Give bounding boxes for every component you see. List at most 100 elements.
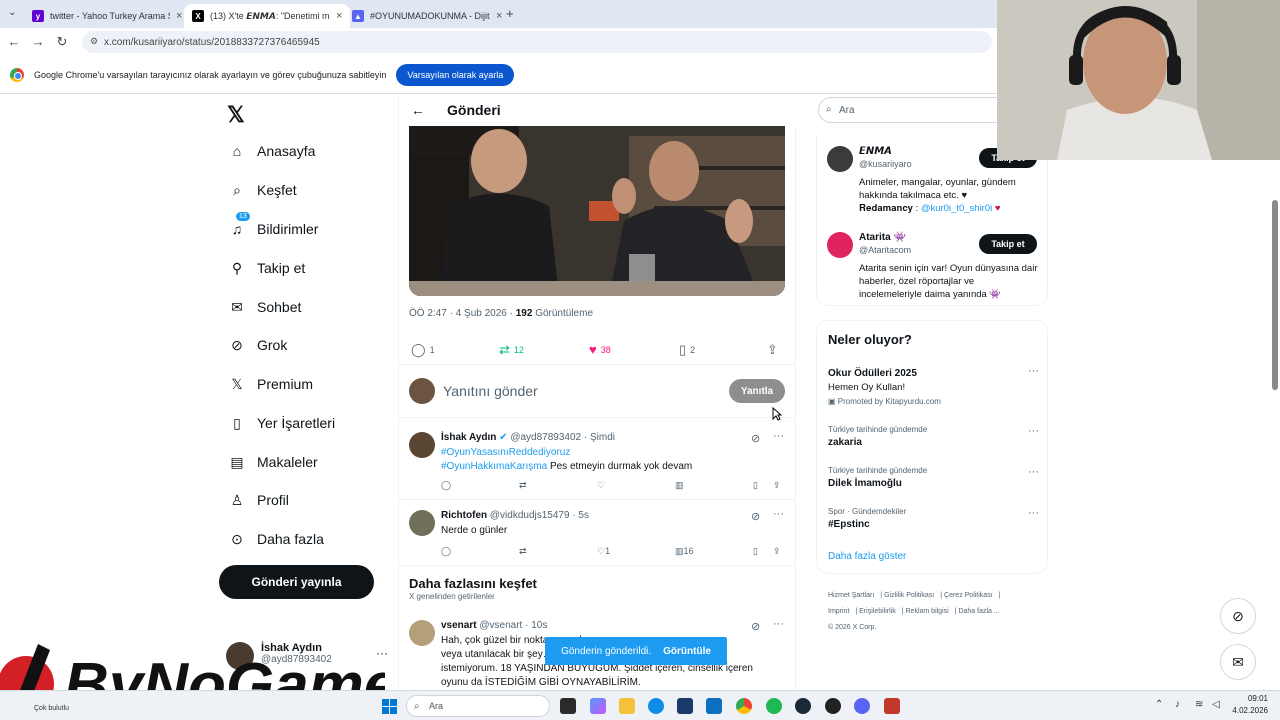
avatar[interactable]: [409, 510, 435, 536]
nav-item-articles[interactable]: ▤ Makaleler: [228, 453, 317, 471]
bookmark-icon[interactable]: ▯: [753, 546, 758, 557]
grok-icon[interactable]: ⊘: [751, 510, 760, 523]
nav-item-explore[interactable]: ⌕ Keşfet: [228, 181, 297, 199]
footer-link[interactable]: Reklam bilgisi: [906, 608, 949, 615]
spotify-icon[interactable]: [766, 698, 782, 714]
nav-item-chat[interactable]: ✉ Sohbet: [228, 298, 301, 316]
copilot-icon[interactable]: [590, 698, 606, 714]
reply-icon[interactable]: ◯: [441, 546, 451, 557]
more-dots-icon[interactable]: ···: [773, 430, 784, 442]
app-icon[interactable]: [884, 698, 900, 714]
chrome-icon[interactable]: [736, 698, 752, 714]
suggested-name[interactable]: Atarita 👾: [859, 232, 906, 243]
footer-link[interactable]: Hizmet Şartları: [828, 592, 874, 599]
edge-icon[interactable]: [648, 698, 664, 714]
trend-item[interactable]: Türkiye tarihinde gündemde Dilek İmamoğl…: [828, 466, 1043, 489]
wifi-icon[interactable]: ≋: [1195, 699, 1203, 710]
post-timestamp[interactable]: ÖÖ 2:47 · 4 Şub 2026 ·: [409, 308, 513, 319]
close-icon[interactable]: ×: [336, 10, 342, 22]
share-icon[interactable]: ⇪: [773, 546, 781, 557]
avatar[interactable]: [409, 620, 435, 646]
reply-input[interactable]: Yanıtını gönder: [443, 383, 538, 399]
reply-button[interactable]: ◯ 1: [411, 342, 435, 358]
more-dots-icon[interactable]: ···: [1028, 507, 1039, 519]
trend-item[interactable]: Okur Ödülleri 2025 Hemen Oy Kullan! ▣ Pr…: [828, 365, 1043, 406]
author-name[interactable]: Richtofen: [441, 510, 487, 521]
site-info-icon[interactable]: ⚙: [90, 36, 98, 47]
nav-item-grok[interactable]: ⊘ Grok: [228, 336, 287, 354]
share-icon[interactable]: ⇪: [773, 480, 781, 491]
footer-link[interactable]: Gizlilik Politikası: [884, 592, 934, 599]
windows-start-icon[interactable]: [382, 699, 397, 714]
reply-tweet[interactable]: İshak Aydın ✔ @ayd87893402 · Şimdi ⊘ ···…: [399, 424, 796, 500]
obs-icon[interactable]: [825, 698, 841, 714]
nav-item-follow[interactable]: ⚲ Takip et: [228, 259, 305, 277]
messages-fab-button[interactable]: ✉: [1220, 644, 1256, 680]
repost-icon[interactable]: ⇄: [519, 546, 527, 557]
post-media-video[interactable]: [409, 126, 785, 296]
avatar[interactable]: [827, 232, 853, 258]
footer-link[interactable]: Çerez Politikası: [944, 592, 993, 599]
grok-fab-button[interactable]: ⊘: [1220, 598, 1256, 634]
search-input[interactable]: ⌕ Ara: [818, 97, 1008, 123]
task-view-icon[interactable]: [560, 698, 576, 714]
footer-link[interactable]: Imprint: [828, 608, 849, 615]
weather-text[interactable]: Çok bulutlu: [34, 705, 69, 712]
nav-item-more[interactable]: ⊙ Daha fazla: [228, 530, 324, 548]
heart-icon[interactable]: ♡ 1: [597, 546, 610, 557]
author-name[interactable]: İshak Aydın: [441, 432, 496, 443]
x-logo-icon[interactable]: 𝕏: [227, 102, 245, 128]
steam-icon[interactable]: [795, 698, 811, 714]
views-icon[interactable]: ▥: [675, 480, 684, 491]
close-icon[interactable]: ×: [496, 10, 502, 22]
address-bar[interactable]: ⚙ x.com/kusariiyaro/status/2018833727376…: [82, 31, 992, 53]
more-dots-icon[interactable]: ···: [1028, 365, 1039, 377]
repost-icon[interactable]: ⇄: [519, 480, 527, 491]
footer-link[interactable]: Daha fazla ...: [958, 608, 999, 615]
forward-arrow-icon[interactable]: →: [26, 34, 50, 49]
views-icon[interactable]: ▥ 16: [675, 546, 694, 557]
more-dots-icon[interactable]: ···: [773, 508, 784, 520]
toast-view-link[interactable]: Görüntüle: [663, 646, 711, 657]
nav-item-profile[interactable]: ♙ Profil: [228, 491, 289, 509]
back-arrow-icon[interactable]: ←: [2, 34, 26, 49]
file-explorer-icon[interactable]: [619, 698, 635, 714]
close-icon[interactable]: ×: [176, 10, 182, 22]
volume-icon[interactable]: ◁: [1212, 699, 1220, 710]
reply-tweet[interactable]: Richtofen @vidkdudjs15479 · 5s ⊘ ··· Ner…: [399, 502, 796, 566]
tab-list-icon[interactable]: ⌄: [8, 7, 16, 18]
store-icon[interactable]: [677, 698, 693, 714]
suggested-name[interactable]: 𝙀𝙉𝙈𝘼: [859, 146, 892, 157]
repost-button[interactable]: ⇄ 12: [499, 342, 524, 358]
heart-icon[interactable]: ♡: [597, 480, 605, 491]
more-dots-icon[interactable]: ···: [773, 618, 784, 630]
trend-item[interactable]: Türkiye tarihinde gündemde zakaria ···: [828, 425, 1043, 448]
microphone-icon[interactable]: ♪: [1175, 699, 1180, 710]
mention-link[interactable]: @kur0i_t0_shir0i: [921, 203, 992, 214]
trend-item[interactable]: Spor · Gündemdekiler #Epstinc ···: [828, 507, 1043, 530]
avatar[interactable]: [827, 146, 853, 172]
more-dots-icon[interactable]: ···: [1028, 466, 1039, 478]
follow-button[interactable]: Takip et: [979, 234, 1037, 254]
bookmark-button[interactable]: ▯ 2: [679, 342, 695, 358]
new-tab-icon[interactable]: +: [506, 6, 514, 21]
grok-icon[interactable]: ⊘: [751, 432, 760, 445]
taskbar-search[interactable]: ⌕ Ara: [406, 695, 550, 717]
mail-app-icon[interactable]: [706, 698, 722, 714]
more-dots-icon[interactable]: ···: [1028, 425, 1039, 437]
reply-submit-button[interactable]: Yanıtla: [729, 379, 785, 403]
bookmark-icon[interactable]: ▯: [753, 480, 758, 491]
nav-item-home[interactable]: ⌂ Anasayfa: [228, 142, 316, 160]
browser-tab-yahoo[interactable]: y twitter - Yahoo Turkey Arama Sonuçları…: [24, 4, 190, 28]
author-name[interactable]: vsenart: [441, 620, 477, 631]
nav-item-notifications[interactable]: ♫ 13 Bildirimler: [228, 212, 318, 238]
scrollbar-thumb[interactable]: [1272, 200, 1278, 390]
hashtag-link[interactable]: #OyunHakkımaKarışma: [441, 461, 547, 472]
show-more-link[interactable]: Daha fazla göster: [828, 551, 906, 562]
like-button[interactable]: ♥ 38: [589, 342, 611, 357]
footer-link[interactable]: Erişilebilirlik: [859, 608, 896, 615]
browser-tab-x[interactable]: X (13) X'te 𝙀𝙉𝙈𝘼: "Denetimi mekanizması …: [184, 4, 351, 28]
back-arrow-icon[interactable]: ←: [411, 102, 425, 118]
tray-chevron-icon[interactable]: ⌃: [1155, 699, 1163, 710]
post-button[interactable]: Gönderi yayınla: [219, 565, 374, 599]
